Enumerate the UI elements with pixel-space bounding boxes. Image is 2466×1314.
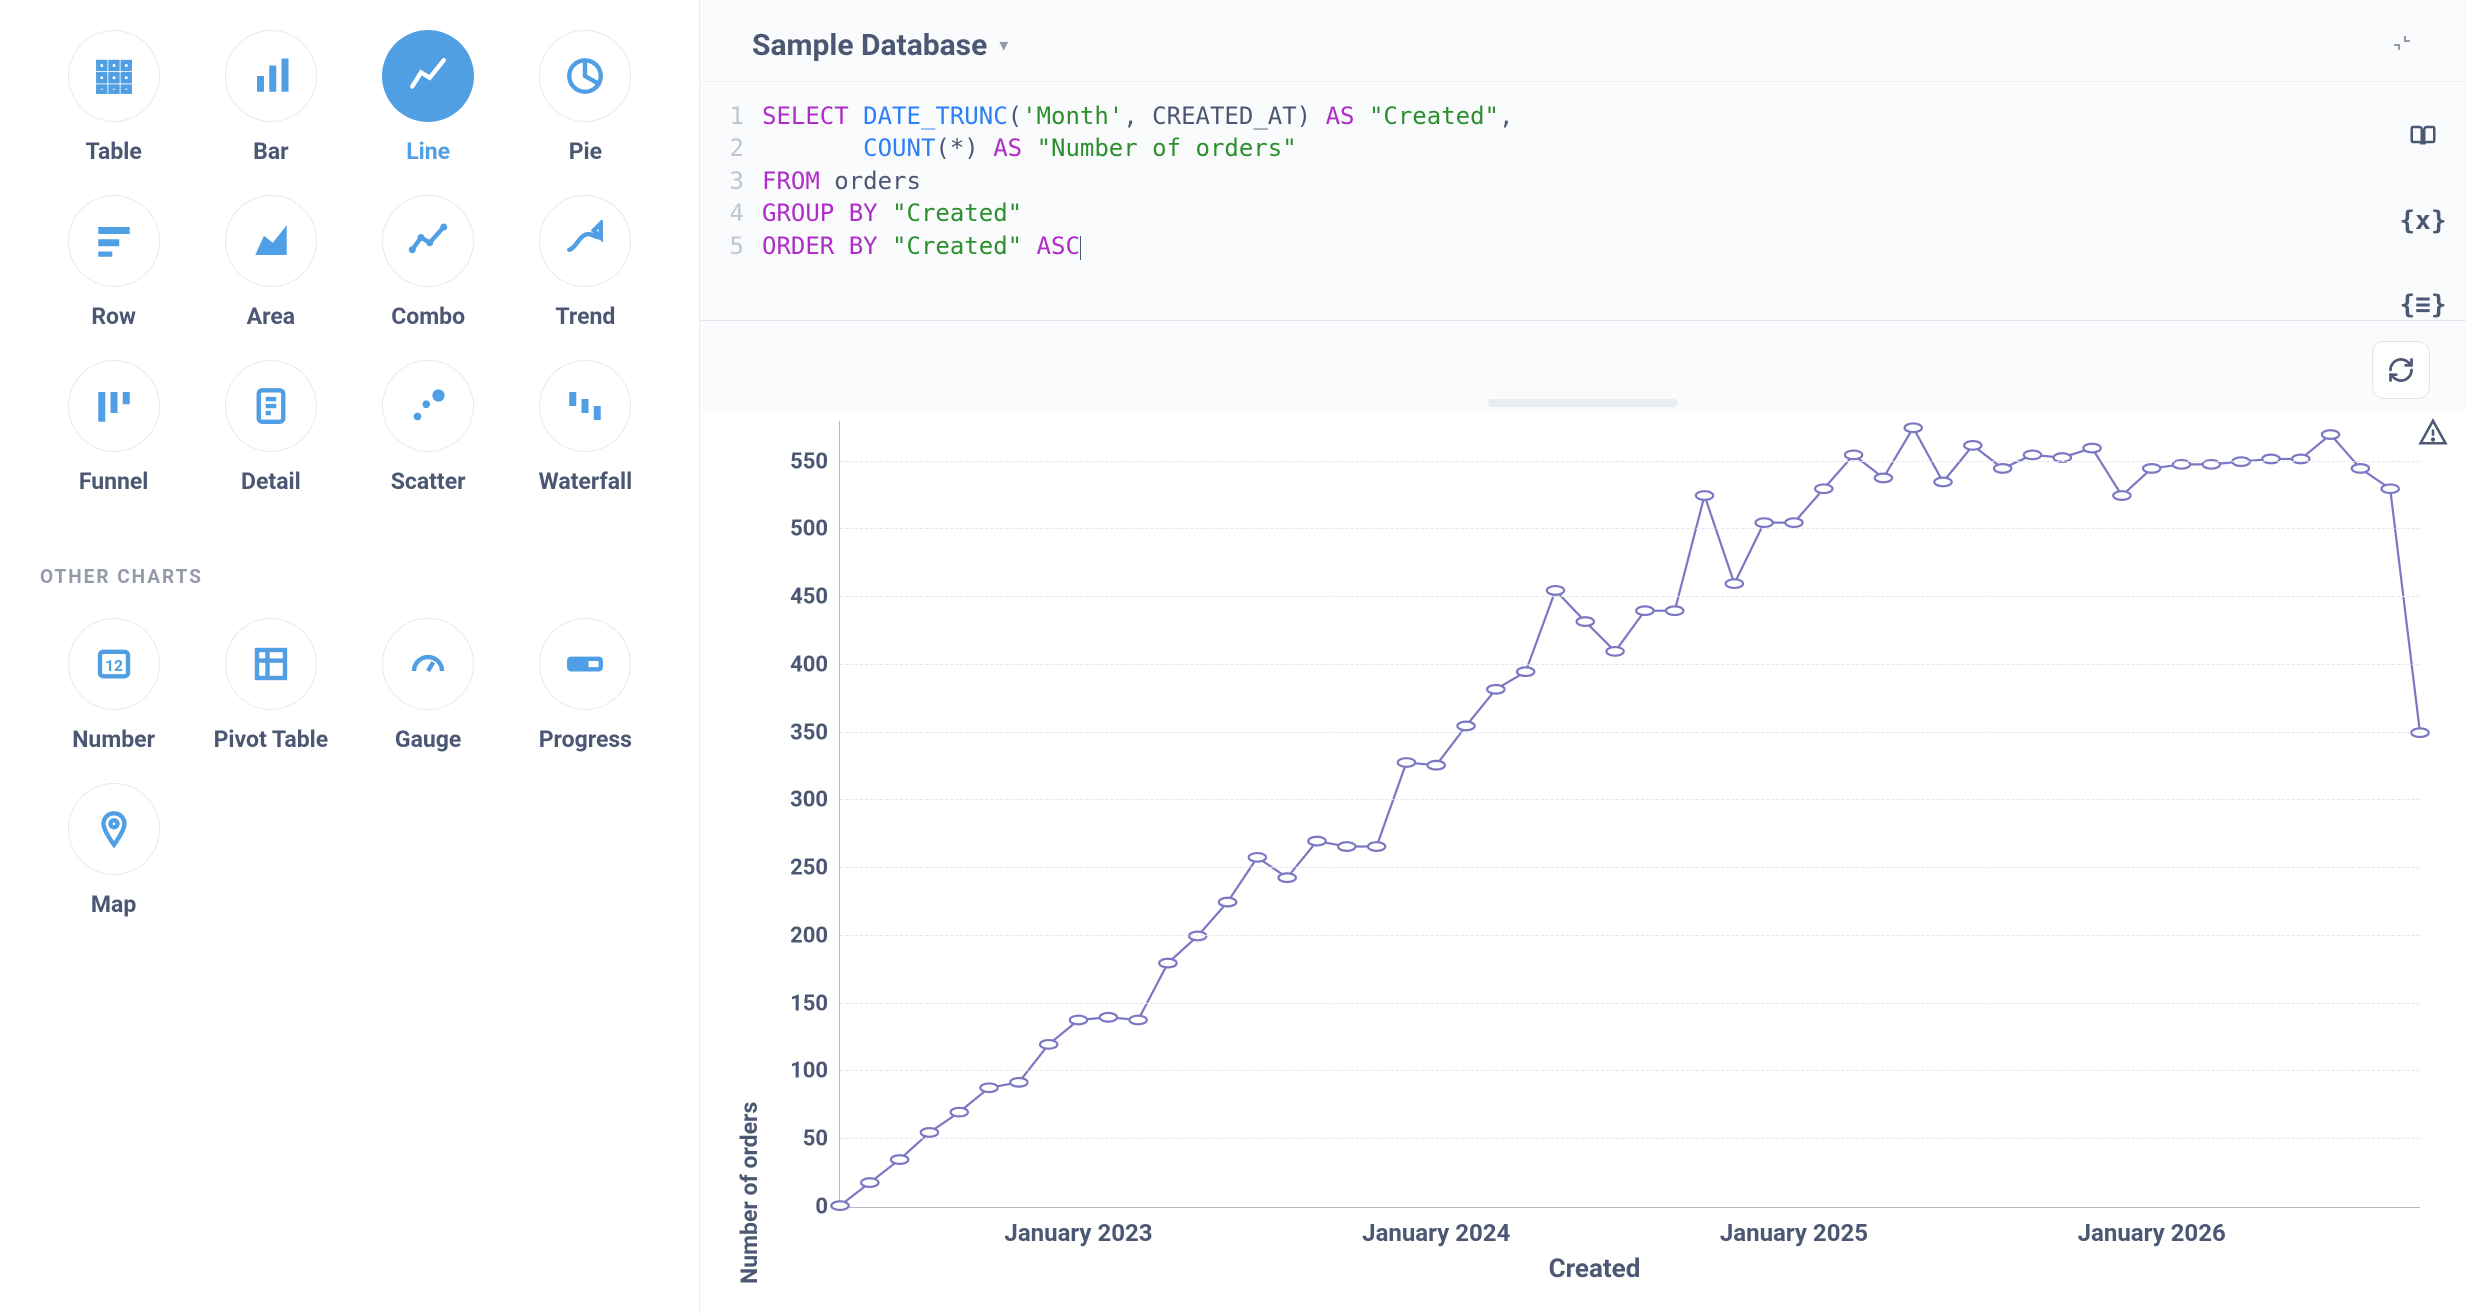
pane-resize-handle[interactable] bbox=[1488, 399, 1678, 407]
viz-option-label: Line bbox=[406, 138, 450, 165]
y-tick: 200 bbox=[768, 923, 828, 948]
collapse-icon[interactable] bbox=[2390, 31, 2414, 61]
other-charts-heading: OTHER CHARTS bbox=[40, 565, 659, 588]
line-icon bbox=[382, 30, 474, 122]
combo-icon bbox=[382, 195, 474, 287]
viz-option-row[interactable]: Row bbox=[40, 195, 187, 330]
viz-option-scatter[interactable]: Scatter bbox=[355, 360, 502, 495]
gauge-icon bbox=[382, 618, 474, 710]
x-tick: January 2024 bbox=[1362, 1219, 1510, 1247]
viz-option-label: Waterfall bbox=[539, 468, 633, 495]
y-tick: 100 bbox=[768, 1059, 828, 1084]
viz-picker-sidebar: Table Bar Line Pie Row Area Combo Trend Funnel De… bbox=[0, 0, 700, 1314]
y-tick: 50 bbox=[768, 1127, 828, 1152]
viz-option-detail[interactable]: Detail bbox=[197, 360, 344, 495]
database-selector[interactable]: Sample Database ▾ bbox=[700, 0, 2466, 81]
x-tick: January 2025 bbox=[1720, 1219, 1868, 1247]
line-gutter: 12345 bbox=[712, 100, 762, 308]
y-tick: 500 bbox=[768, 517, 828, 542]
waterfall-icon bbox=[539, 360, 631, 452]
viz-option-gauge[interactable]: Gauge bbox=[355, 618, 502, 753]
y-tick: 350 bbox=[768, 720, 828, 745]
main-panel: Sample Database ▾ 12345 SELECT DATE_TRUN… bbox=[700, 0, 2466, 1314]
y-tick: 0 bbox=[768, 1195, 828, 1220]
area-icon bbox=[225, 195, 317, 287]
viz-option-waterfall[interactable]: Waterfall bbox=[512, 360, 659, 495]
viz-option-label: Area bbox=[247, 303, 295, 330]
viz-option-pie[interactable]: Pie bbox=[512, 30, 659, 165]
funnel-icon bbox=[68, 360, 160, 452]
warning-icon[interactable] bbox=[2418, 417, 2448, 454]
y-tick: 550 bbox=[768, 449, 828, 474]
x-tick: January 2023 bbox=[1004, 1219, 1152, 1247]
viz-option-label: Scatter bbox=[391, 468, 466, 495]
chart-visualization: Number of orders 05010015020025030035040… bbox=[700, 411, 2466, 1314]
y-axis-label: Number of orders bbox=[730, 421, 769, 1284]
viz-option-label: Pivot Table bbox=[214, 726, 329, 753]
editor-toolbar: {x} {≡} bbox=[2380, 82, 2466, 320]
viz-option-label: Funnel bbox=[79, 468, 149, 495]
row-icon bbox=[68, 195, 160, 287]
viz-option-label: Detail bbox=[241, 468, 301, 495]
viz-option-number[interactable]: 12 Number bbox=[40, 618, 187, 753]
viz-option-combo[interactable]: Combo bbox=[355, 195, 502, 330]
y-tick: 150 bbox=[768, 991, 828, 1016]
viz-option-line[interactable]: Line bbox=[355, 30, 502, 165]
viz-option-area[interactable]: Area bbox=[197, 195, 344, 330]
sql-code[interactable]: SELECT DATE_TRUNC('Month', CREATED_AT) A… bbox=[762, 100, 1513, 308]
viz-option-label: Bar bbox=[253, 138, 288, 165]
database-name: Sample Database bbox=[752, 28, 987, 63]
viz-option-label: Combo bbox=[391, 303, 465, 330]
y-tick: 400 bbox=[768, 652, 828, 677]
scatter-icon bbox=[382, 360, 474, 452]
y-tick: 300 bbox=[768, 788, 828, 813]
viz-option-map[interactable]: Map bbox=[40, 783, 187, 918]
progress-icon bbox=[539, 618, 631, 710]
viz-option-label: Gauge bbox=[395, 726, 461, 753]
pivot-icon bbox=[225, 618, 317, 710]
x-tick: January 2026 bbox=[2078, 1219, 2226, 1247]
data-reference-icon[interactable] bbox=[2408, 122, 2438, 152]
x-axis-label: Created bbox=[769, 1254, 2420, 1284]
viz-option-table[interactable]: Table bbox=[40, 30, 187, 165]
viz-option-progress[interactable]: Progress bbox=[512, 618, 659, 753]
viz-option-pivot[interactable]: Pivot Table bbox=[197, 618, 344, 753]
number-icon: 12 bbox=[68, 618, 160, 710]
pie-icon bbox=[539, 30, 631, 122]
viz-option-label: Table bbox=[85, 138, 141, 165]
y-tick: 250 bbox=[768, 856, 828, 881]
chevron-down-icon: ▾ bbox=[999, 35, 1008, 56]
viz-option-label: Progress bbox=[539, 726, 632, 753]
plot-area[interactable]: 050100150200250300350400450500550January… bbox=[839, 421, 2420, 1208]
viz-option-label: Row bbox=[91, 303, 136, 330]
viz-option-label: Trend bbox=[555, 303, 615, 330]
run-query-button[interactable] bbox=[2372, 341, 2430, 399]
trend-icon bbox=[539, 195, 631, 287]
table-icon bbox=[68, 30, 160, 122]
snippet-icon[interactable]: {≡} bbox=[2400, 290, 2447, 320]
svg-text:12: 12 bbox=[105, 656, 123, 675]
viz-option-trend[interactable]: Trend bbox=[512, 195, 659, 330]
y-tick: 450 bbox=[768, 585, 828, 610]
viz-option-funnel[interactable]: Funnel bbox=[40, 360, 187, 495]
viz-option-label: Pie bbox=[569, 138, 602, 165]
variable-icon[interactable]: {x} bbox=[2400, 206, 2447, 236]
bar-icon bbox=[225, 30, 317, 122]
viz-option-bar[interactable]: Bar bbox=[197, 30, 344, 165]
detail-icon bbox=[225, 360, 317, 452]
viz-option-label: Map bbox=[91, 891, 136, 918]
sql-editor[interactable]: 12345 SELECT DATE_TRUNC('Month', CREATED… bbox=[700, 82, 2380, 320]
viz-option-label: Number bbox=[72, 726, 155, 753]
map-icon bbox=[68, 783, 160, 875]
